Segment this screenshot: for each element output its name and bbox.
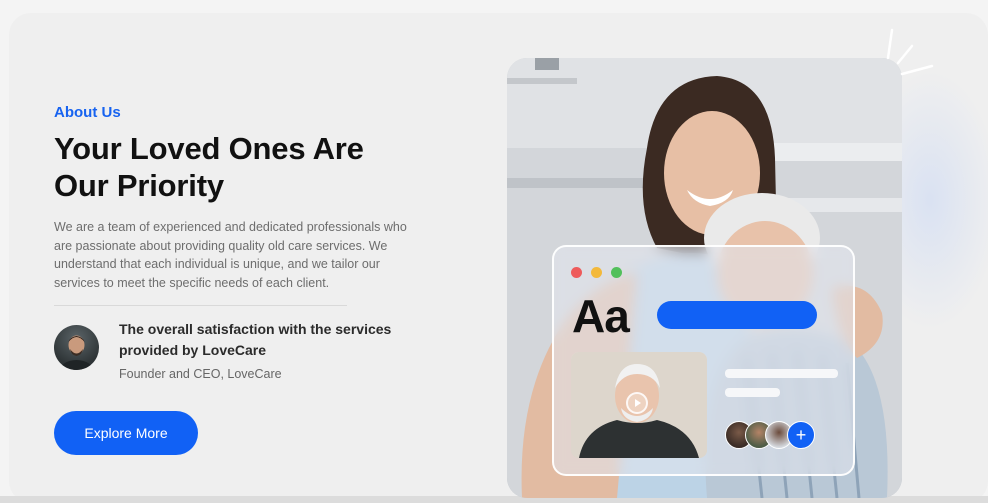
testimonial-role: Founder and CEO, LoveCare xyxy=(119,367,282,381)
font-sample: Aa xyxy=(572,290,630,342)
placeholder-line xyxy=(725,369,838,378)
explore-more-button[interactable]: Explore More xyxy=(54,411,198,455)
window-close-dot xyxy=(571,267,582,278)
ceo-avatar xyxy=(54,325,99,370)
play-icon[interactable] xyxy=(626,392,648,414)
testimonial-quote: The overall satisfaction with the servic… xyxy=(119,321,392,358)
ui-mockup-card: Aa + xyxy=(552,245,855,476)
placeholder-line xyxy=(725,388,780,397)
section-title: Your Loved Ones Are Our Priority xyxy=(54,131,364,203)
divider xyxy=(54,305,347,306)
add-participant-button[interactable]: + xyxy=(787,421,815,449)
section-eyebrow: About Us xyxy=(54,104,121,121)
sparkle-lines-icon xyxy=(886,28,934,76)
participant-avatars: + xyxy=(725,421,825,449)
video-thumbnail[interactable] xyxy=(571,352,707,458)
section-description: We are a team of experienced and dedicat… xyxy=(54,220,407,290)
window-minimize-dot xyxy=(591,267,602,278)
accent-pill xyxy=(657,301,817,329)
window-maximize-dot xyxy=(611,267,622,278)
